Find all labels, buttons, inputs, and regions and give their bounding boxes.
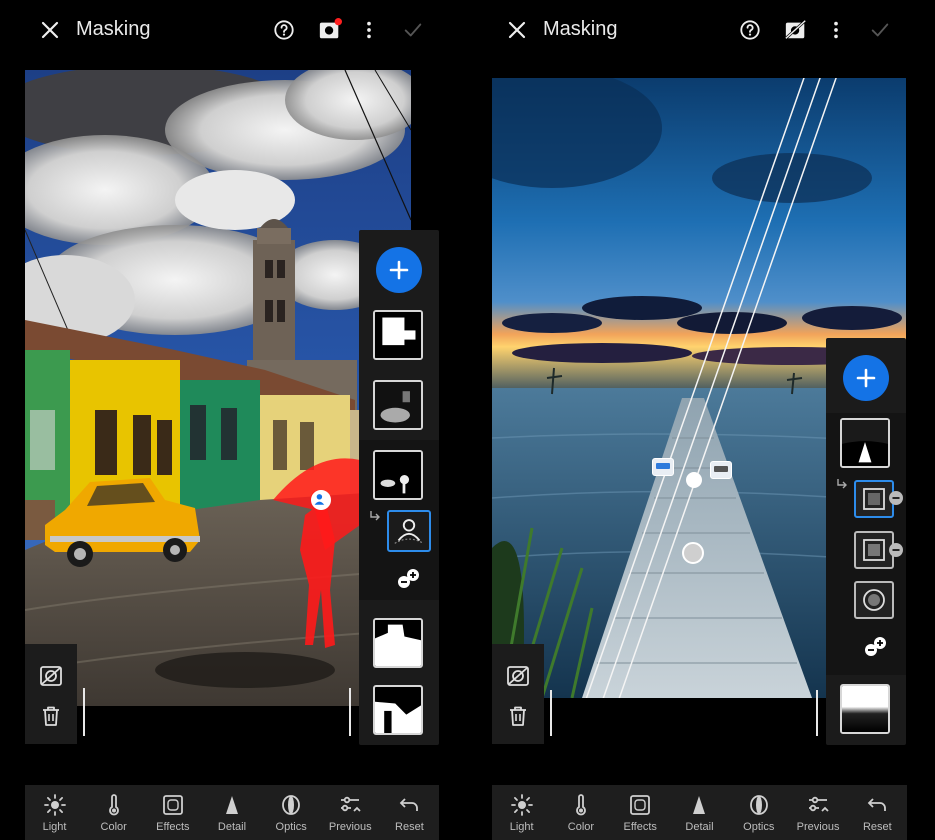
sliders-icon [809,796,829,812]
sub-mask-arrow-icon [370,511,380,521]
plus-icon [856,368,876,388]
effects-tool-button[interactable]: Effects [145,793,201,833]
effects-label: Effects [156,821,190,833]
close-icon[interactable] [38,18,62,42]
optics-label: Optics [275,821,307,833]
detail-tool-button[interactable]: Detail [671,793,727,833]
color-label: Color [100,821,127,833]
color-label: Color [567,821,595,833]
lens-icon [749,795,768,815]
mask-overlay-off-icon[interactable] [783,17,809,43]
reset-icon [400,798,419,811]
photo-canvas[interactable] [25,70,411,706]
edit-toolbar: Light Color Effects Detail Optics Previo… [492,785,907,840]
mask-tools-panel [492,644,544,744]
gradient-rotate-pin[interactable] [682,542,704,564]
mask-pin-icon[interactable] [311,490,331,510]
gradient-handle-right[interactable] [710,461,732,479]
optics-label: Optics [743,821,775,833]
invert-mask-icon[interactable] [506,664,530,688]
previous-tool-button[interactable]: Previous [790,793,846,833]
mask-thumbnail-1[interactable] [840,418,890,468]
thermometer-icon [576,794,586,816]
help-icon[interactable] [737,17,763,43]
page-title: Masking [76,18,151,40]
effects-label: Effects [623,821,657,833]
sub-mask-arrow-icon [837,479,847,489]
reset-tool-button[interactable]: Reset [381,793,437,833]
checkmark-icon[interactable] [867,17,893,43]
right-screen: Masking Light Color Effects Detail Optic… [467,0,935,840]
thermometer-icon [108,794,119,816]
top-bar: Masking [467,0,935,62]
trash-icon[interactable] [39,704,63,728]
masks-panel [359,230,439,745]
mask-overlay-icon[interactable] [317,17,343,43]
optics-tool-button[interactable]: Optics [731,793,787,833]
light-label: Light [509,821,534,833]
subtract-icon-2[interactable] [888,542,904,558]
reset-label: Reset [395,821,424,833]
gradient-handle-left[interactable] [652,458,674,476]
mask-thumbnail-2[interactable] [373,380,423,430]
radial-gradient-mask-thumbnail[interactable] [854,581,894,619]
help-icon[interactable] [271,17,297,43]
select-people-mask-thumbnail[interactable] [387,510,431,552]
optics-tool-button[interactable]: Optics [263,793,319,833]
top-bar: Masking [0,0,467,62]
triangle-icon [225,796,238,814]
detail-label: Detail [685,821,714,833]
crop-edge-left [83,688,85,736]
triangle-icon [693,796,706,814]
color-tool-button[interactable]: Color [553,793,609,833]
sun-icon [43,794,66,816]
page-title: Masking [543,18,618,40]
add-mask-button[interactable] [376,247,422,293]
mask-thumbnail-2[interactable] [840,684,890,734]
detail-label: Detail [217,821,247,833]
mask-thumbnail-5[interactable] [373,685,423,735]
sliders-icon [341,796,361,812]
crop-edge-right [349,688,351,736]
edit-toolbar: Light Color Effects Detail Optics Previo… [25,785,439,840]
mask-thumbnail-3[interactable] [373,450,423,500]
close-icon[interactable] [505,18,529,42]
mask-tools-panel [25,644,77,744]
add-subtract-icon[interactable] [397,567,421,591]
gradient-center-pin[interactable] [686,472,702,488]
checkmark-icon[interactable] [400,17,426,43]
reset-label: Reset [862,821,892,833]
reset-tool-button[interactable]: Reset [849,793,905,833]
previous-tool-button[interactable]: Previous [322,793,378,833]
invert-mask-icon[interactable] [39,664,63,688]
mask-thumbnail-4[interactable] [373,618,423,668]
mask-thumbnail-1[interactable] [373,310,423,360]
reset-icon [868,798,887,811]
light-label: Light [42,821,67,833]
left-screen: Masking Light Color Effects Detail Optic… [0,0,467,840]
masks-panel [826,338,906,745]
detail-tool-button[interactable]: Detail [204,793,260,833]
vignette-icon [162,795,183,815]
more-vertical-icon[interactable] [823,17,849,43]
plus-icon [389,260,409,280]
trash-icon[interactable] [506,704,530,728]
subtract-icon[interactable] [888,490,904,506]
vignette-icon [630,795,651,815]
lens-icon [282,795,301,815]
more-vertical-icon[interactable] [356,17,382,43]
sun-icon [510,794,533,816]
previous-label: Previous [796,821,840,833]
add-mask-button[interactable] [843,355,889,401]
color-tool-button[interactable]: Color [86,793,142,833]
previous-label: Previous [328,821,372,833]
add-subtract-icon[interactable] [864,635,888,659]
crop-edge-right [816,690,818,736]
crop-edge-left [550,690,552,736]
light-tool-button[interactable]: Light [27,793,83,833]
effects-tool-button[interactable]: Effects [612,793,668,833]
light-tool-button[interactable]: Light [494,793,550,833]
